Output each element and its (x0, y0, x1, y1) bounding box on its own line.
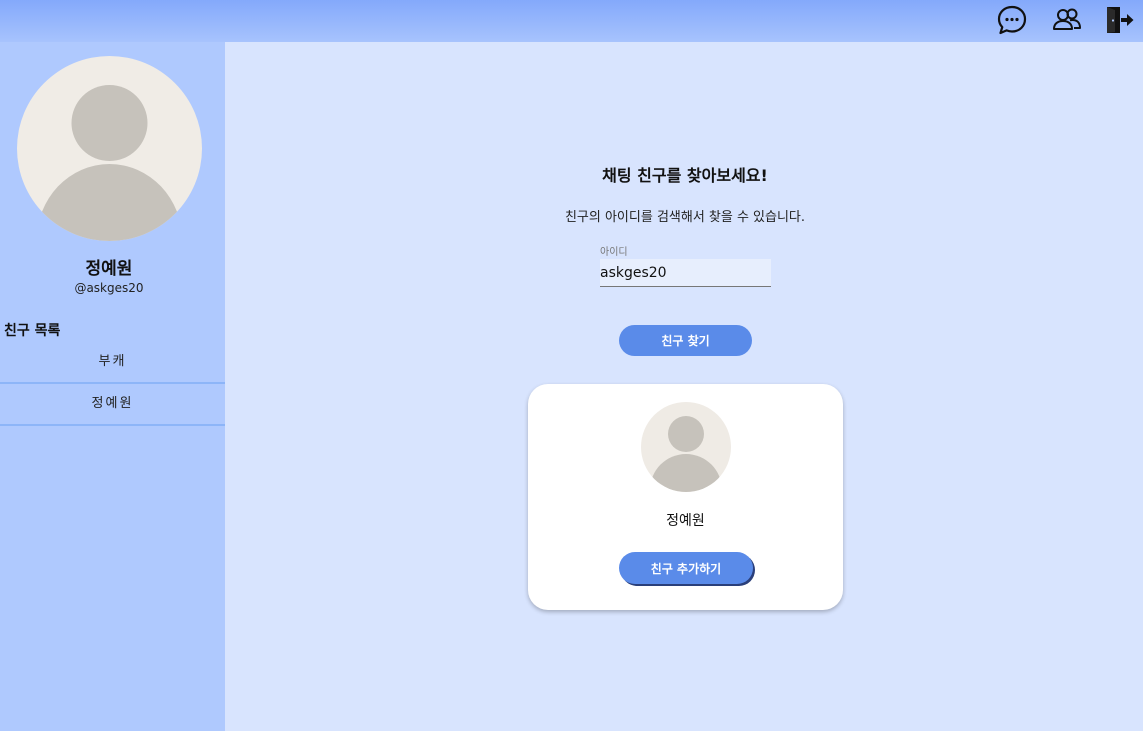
avatar (641, 402, 731, 492)
sidebar: 정예원 @askges20 친구 목록 부캐 정예원 (0, 42, 225, 731)
chat-icon[interactable] (996, 4, 1028, 36)
page-description: 친구의 아이디를 검색해서 찾을 수 있습니다. (564, 210, 806, 225)
friend-list-title: 친구 목록 (4, 323, 61, 339)
add-friend-button[interactable]: 친구 추가하기 (619, 552, 753, 584)
find-friend-button[interactable]: 친구 찾기 (619, 325, 752, 356)
friend-list-item[interactable]: 부캐 (0, 342, 225, 384)
friends-icon[interactable] (1051, 4, 1083, 36)
logout-icon[interactable] (1104, 4, 1136, 36)
top-bar (0, 0, 1143, 42)
profile-id: @askges20 (74, 281, 144, 295)
result-name: 정예원 (666, 513, 705, 529)
friend-list: 부캐 정예원 (0, 342, 225, 426)
avatar (17, 56, 202, 241)
friend-list-item[interactable]: 정예원 (0, 384, 225, 426)
id-search-input[interactable] (600, 259, 771, 287)
page-title: 채팅 친구를 찾아보세요! (602, 166, 768, 185)
search-result-card: 정예원 친구 추가하기 (528, 384, 843, 610)
profile-name: 정예원 (85, 259, 133, 279)
id-field-label: 아이디 (600, 247, 628, 258)
